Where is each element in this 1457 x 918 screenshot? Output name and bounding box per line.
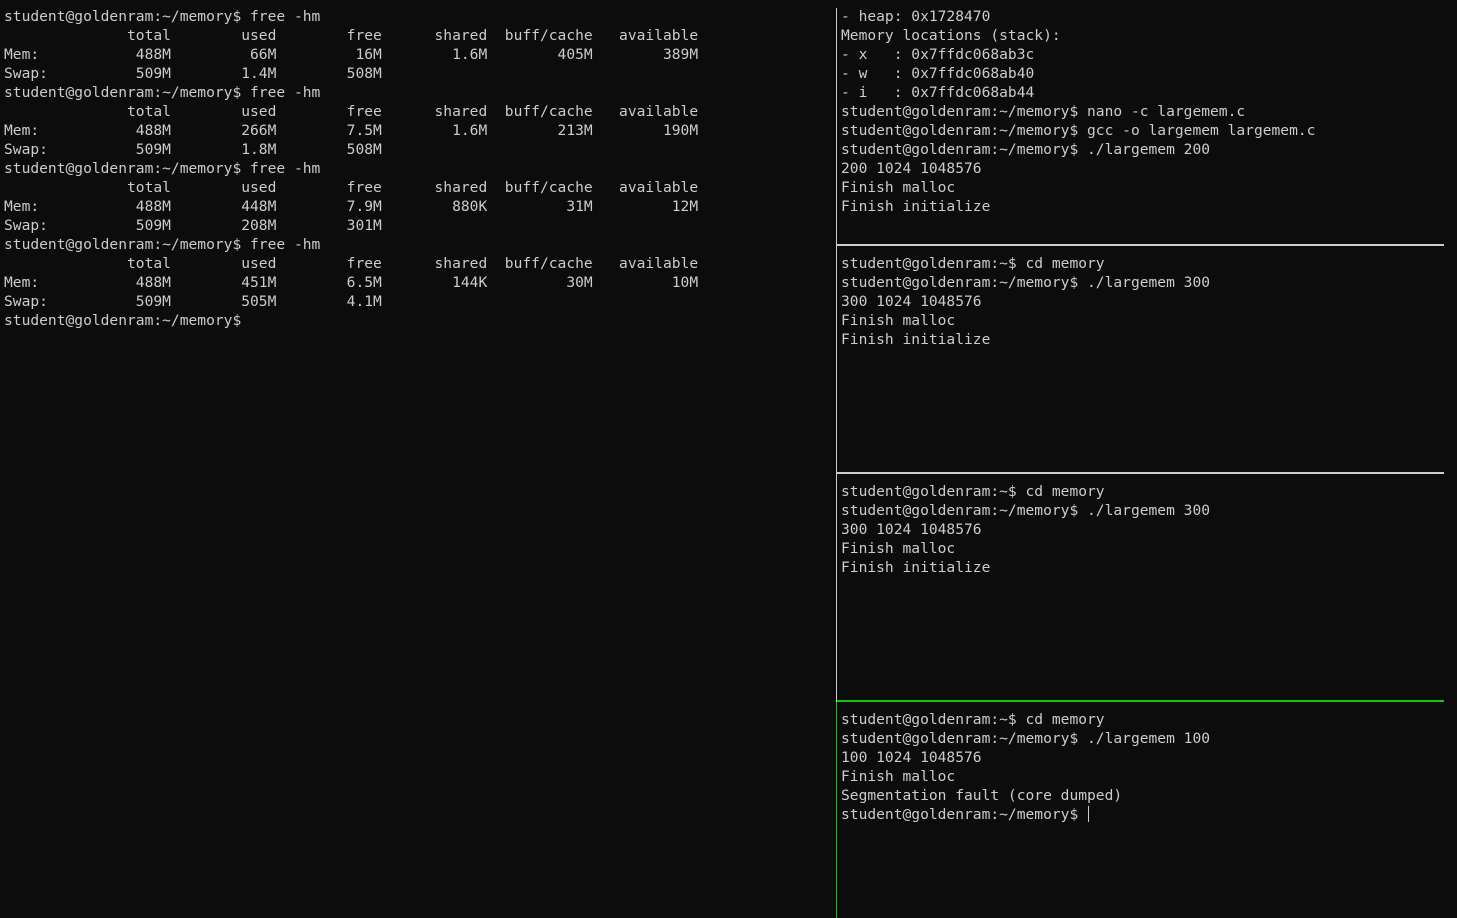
- terminal-line: total used free shared buff/cache availa…: [4, 179, 699, 196]
- terminal-line: Swap: 509M 1.8M 508M: [4, 141, 382, 158]
- terminal-line: student@goldenram:~/memory$ gcc -o large…: [841, 122, 1316, 139]
- terminal-line: Finish initialize: [841, 198, 991, 215]
- terminal-line: student@goldenram:~/memory$ free -hm: [4, 160, 321, 177]
- terminal-line: student@goldenram:~/memory$ nano -c larg…: [841, 103, 1246, 120]
- terminal-line: total used free shared buff/cache availa…: [4, 27, 699, 44]
- terminal-line: student@goldenram:~/memory$ free -hm: [4, 84, 321, 101]
- terminal-line: Mem: 488M 66M 16M 1.6M 405M 389M: [4, 46, 699, 63]
- terminal-line: 100 1024 1048576: [841, 749, 982, 766]
- text-cursor: [1088, 806, 1090, 822]
- terminal-line: total used free shared buff/cache availa…: [4, 103, 699, 120]
- terminal-pane-right-2[interactable]: student@goldenram:~$ cd memory student@g…: [837, 246, 1444, 472]
- terminal-line: student@goldenram:~$ cd memory: [841, 711, 1105, 728]
- terminal-line: Finish malloc: [841, 768, 956, 785]
- terminal-line: Finish initialize: [841, 331, 991, 348]
- terminal-line: student@goldenram:~$ cd memory: [841, 483, 1105, 500]
- terminal-prompt: student@goldenram:~/memory$: [841, 806, 1088, 823]
- terminal-line: Swap: 509M 1.4M 508M: [4, 65, 382, 82]
- terminal-output: - heap: 0x1728470 Memory locations (stac…: [841, 7, 1315, 216]
- terminal-line: - x : 0x7ffdc068ab3c: [841, 46, 1035, 63]
- terminal-line: Mem: 488M 448M 7.9M 880K 31M 12M: [4, 198, 699, 215]
- terminal-line: student@goldenram:~/memory$ ./largemem 1…: [841, 730, 1211, 747]
- terminal-line: total used free shared buff/cache availa…: [4, 255, 699, 272]
- terminal-line: - w : 0x7ffdc068ab40: [841, 65, 1035, 82]
- terminal-line: Finish malloc: [841, 312, 956, 329]
- terminal-line: student@goldenram:~/memory$ ./largemem 2…: [841, 141, 1211, 158]
- terminal-line: 300 1024 1048576: [841, 521, 982, 538]
- terminal-line: Finish malloc: [841, 179, 956, 196]
- terminal-line: Swap: 509M 208M 301M: [4, 217, 382, 234]
- terminal-line: 200 1024 1048576: [841, 160, 982, 177]
- terminal-prompt-line: student@goldenram:~/memory$: [4, 312, 242, 329]
- terminal-line: - i : 0x7ffdc068ab44: [841, 84, 1035, 101]
- terminal-line: - heap: 0x1728470: [841, 8, 991, 25]
- terminal-pane-left[interactable]: student@goldenram:~/memory$ free -hm tot…: [0, 0, 836, 918]
- terminal-pane-right-3[interactable]: student@goldenram:~$ cd memory student@g…: [837, 474, 1444, 700]
- terminal-line: student@goldenram:~/memory$ ./largemem 3…: [841, 502, 1211, 519]
- terminal-pane-right-1[interactable]: - heap: 0x1728470 Memory locations (stac…: [837, 0, 1444, 244]
- terminal-line: 300 1024 1048576: [841, 293, 982, 310]
- terminal-line: Segmentation fault (core dumped): [841, 787, 1123, 804]
- terminal-input-line[interactable]: student@goldenram:~/memory$: [841, 805, 1210, 824]
- terminal-output: student@goldenram:~/memory$ free -hm tot…: [4, 7, 698, 330]
- terminal-line: Mem: 488M 451M 6.5M 144K 30M 10M: [4, 274, 699, 291]
- terminal-line: student@goldenram:~$ cd memory: [841, 255, 1105, 272]
- terminal-line: student@goldenram:~/memory$ free -hm: [4, 8, 321, 25]
- terminal-line: Mem: 488M 266M 7.5M 1.6M 213M 190M: [4, 122, 699, 139]
- terminal-output: student@goldenram:~$ cd memory student@g…: [841, 482, 1210, 577]
- terminal-output: student@goldenram:~$ cd memory student@g…: [841, 254, 1210, 349]
- terminal-pane-right-4-active[interactable]: student@goldenram:~$ cd memory student@g…: [837, 702, 1457, 918]
- terminal-line: Memory locations (stack):: [841, 27, 1061, 44]
- terminal-output: student@goldenram:~$ cd memory student@g…: [841, 710, 1210, 824]
- terminal-line: student@goldenram:~/memory$ ./largemem 3…: [841, 274, 1211, 291]
- terminal-line: Finish initialize: [841, 559, 991, 576]
- terminal-line: Swap: 509M 505M 4.1M: [4, 293, 382, 310]
- terminal-line: student@goldenram:~/memory$ free -hm: [4, 236, 321, 253]
- terminal-line: Finish malloc: [841, 540, 956, 557]
